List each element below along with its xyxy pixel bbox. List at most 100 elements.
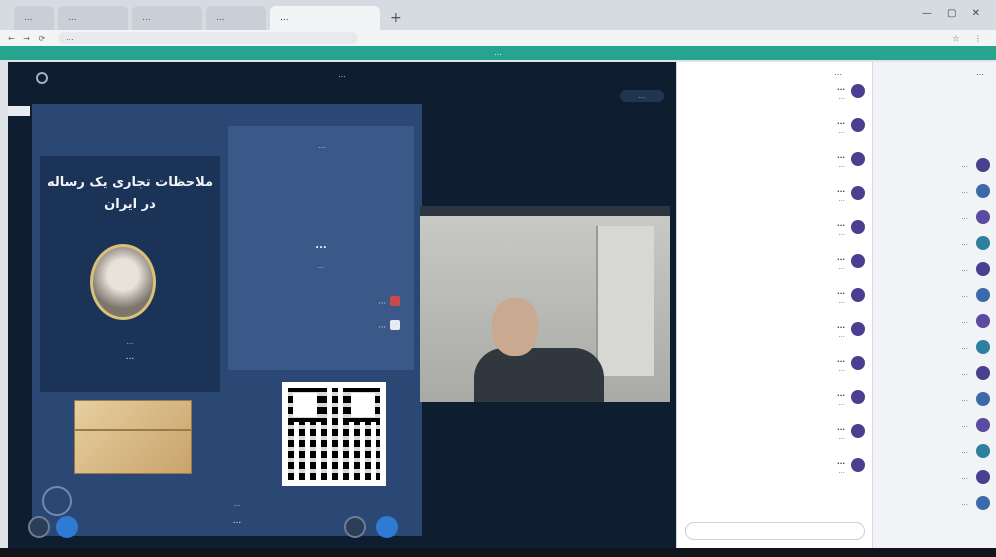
user-item[interactable]: ... <box>880 392 990 406</box>
qr-pattern-overlay <box>288 388 380 480</box>
message-text: ... <box>838 331 845 339</box>
presenter <box>474 298 604 402</box>
chat-message: ...... <box>687 390 867 408</box>
user-name: ... <box>961 161 968 169</box>
mic-button[interactable] <box>28 516 50 538</box>
video-door <box>596 226 654 376</box>
slide: ملاحظات تجاری یک رساله در ایران ... ... … <box>32 104 422 536</box>
message-author: ... <box>837 458 845 466</box>
browser-tab[interactable]: ... <box>132 6 202 30</box>
message-text: ... <box>838 229 845 237</box>
avatar <box>976 314 990 328</box>
browser-tab-active[interactable]: ... <box>270 6 380 30</box>
presenter-head <box>492 298 538 356</box>
avatar <box>851 254 865 268</box>
user-name: ... <box>961 239 968 247</box>
avatar <box>851 118 865 132</box>
tab-label: ... <box>216 13 225 23</box>
user-name: ... <box>961 421 968 429</box>
address-bar: ← → ⟳ ... ☆ ⋮ <box>0 30 996 46</box>
avatar <box>976 210 990 224</box>
message-author: ... <box>837 254 845 262</box>
message-author: ... <box>837 288 845 296</box>
message-text: ... <box>838 127 845 135</box>
browser-tab[interactable]: ... <box>14 6 54 30</box>
browser-tab[interactable]: ... <box>206 6 266 30</box>
user-item[interactable]: ... <box>880 340 990 354</box>
chat-message: ...... <box>687 322 867 340</box>
chat-message: ...... <box>687 288 867 306</box>
user-item[interactable]: ... <box>880 288 990 302</box>
chat-panel: ... ....................................… <box>676 62 872 548</box>
url-field[interactable]: ... <box>58 32 358 44</box>
organizer-text: ... <box>378 320 386 330</box>
share-button[interactable] <box>344 516 366 538</box>
user-name: ... <box>961 395 968 403</box>
user-name: ... <box>961 187 968 195</box>
chat-message: ...... <box>687 118 867 136</box>
user-item[interactable]: ... <box>880 470 990 484</box>
chat-input[interactable] <box>685 522 865 540</box>
meeting-banner: ... <box>0 46 996 60</box>
user-item[interactable]: ... <box>880 184 990 198</box>
message-author: ... <box>837 84 845 92</box>
avatar <box>851 322 865 336</box>
message-author: ... <box>837 152 845 160</box>
camera-button[interactable] <box>376 516 398 538</box>
chat-header: ... <box>834 68 842 77</box>
user-name: ... <box>961 291 968 299</box>
user-item[interactable]: ... <box>880 366 990 380</box>
user-item[interactable]: ... <box>880 314 990 328</box>
message-author: ... <box>837 356 845 364</box>
tab-label: ... <box>280 13 289 23</box>
message-text: ... <box>838 161 845 169</box>
flag-icon <box>390 296 400 306</box>
message-author: ... <box>837 186 845 194</box>
avatar <box>851 390 865 404</box>
stage-header: ... <box>8 62 676 92</box>
os-taskbar <box>0 548 996 557</box>
user-item[interactable]: ... <box>880 418 990 432</box>
window-controls[interactable]: — ▢ ✕ <box>922 8 986 19</box>
event-date: ... <box>315 240 327 251</box>
event-time: ... <box>317 262 325 270</box>
avatar <box>851 458 865 472</box>
user-item[interactable]: ... <box>880 236 990 250</box>
panel-toggle-handle[interactable] <box>8 106 30 116</box>
new-tab-icon[interactable]: + <box>384 6 408 30</box>
tab-label: ... <box>24 13 33 23</box>
avatar <box>976 158 990 172</box>
user-item[interactable]: ... <box>880 262 990 276</box>
avatar <box>976 392 990 406</box>
browser-tools-icon[interactable]: ☆ ⋮ <box>952 34 988 43</box>
message-text: ... <box>838 93 845 101</box>
user-name: ... <box>961 447 968 455</box>
avatar <box>976 340 990 354</box>
nav-arrows-icon[interactable]: ← → ⟳ <box>8 34 58 43</box>
avatar <box>851 288 865 302</box>
user-item[interactable]: ... <box>880 158 990 172</box>
avatar <box>976 496 990 510</box>
message-author: ... <box>837 322 845 330</box>
tab-label: ... <box>142 13 151 23</box>
avatar <box>976 366 990 380</box>
organizer-text: ... <box>378 296 386 306</box>
user-item[interactable]: ... <box>880 444 990 458</box>
avatar <box>851 356 865 370</box>
speaker-title: ... <box>126 338 134 346</box>
message-text: ... <box>838 433 845 441</box>
browser-tab[interactable]: ... <box>58 6 128 30</box>
slide-footer-text: ... <box>233 500 241 508</box>
chat-message: ...... <box>687 152 867 170</box>
message-author: ... <box>837 118 845 126</box>
user-item[interactable]: ... <box>880 210 990 224</box>
slide-heading: ملاحظات تجاری یک رساله در ایران <box>46 175 214 212</box>
avatar <box>976 236 990 250</box>
user-item[interactable]: ... <box>880 496 990 510</box>
org-logo-icon <box>42 486 72 516</box>
organizer-line: ... <box>244 320 400 330</box>
chat-message: ...... <box>687 458 867 476</box>
message-text: ... <box>838 297 845 305</box>
message-text: ... <box>838 399 845 407</box>
audio-button[interactable] <box>56 516 78 538</box>
